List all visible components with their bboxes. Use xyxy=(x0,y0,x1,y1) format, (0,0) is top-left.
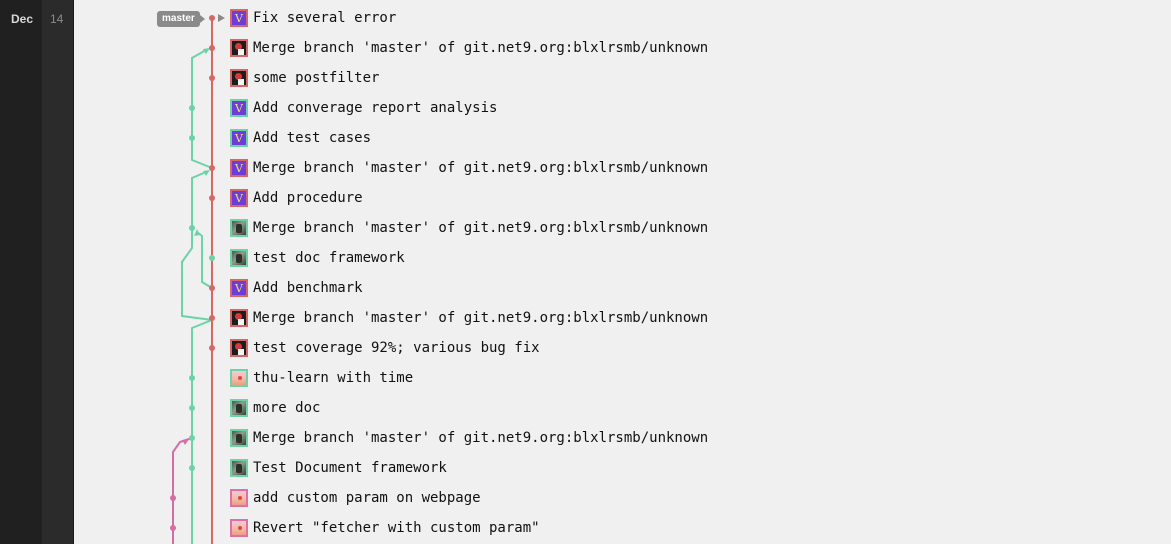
commit-node xyxy=(209,195,215,201)
commit-row[interactable]: test coverage 92%; various bug fix xyxy=(230,333,540,363)
author-avatar-icon xyxy=(230,249,248,267)
commit-message: Merge branch 'master' of git.net9.org:bl… xyxy=(253,40,709,56)
author-avatar-icon: V xyxy=(230,99,248,117)
commit-message: test doc framework xyxy=(253,250,405,266)
commit-message: Add converage report analysis xyxy=(253,100,498,116)
head-pointer-icon xyxy=(218,14,225,22)
commit-message: Merge branch 'master' of git.net9.org:bl… xyxy=(253,220,709,236)
commit-node xyxy=(189,465,195,471)
commit-row[interactable]: Merge branch 'master' of git.net9.org:bl… xyxy=(230,33,708,63)
author-avatar-icon xyxy=(230,39,248,57)
commit-row[interactable]: Revert "fetcher with custom param" xyxy=(230,513,540,543)
author-avatar-icon xyxy=(230,339,248,357)
commit-message: add custom param on webpage xyxy=(253,490,481,506)
author-avatar-icon xyxy=(230,489,248,507)
commit-message: test coverage 92%; various bug fix xyxy=(253,340,540,356)
author-avatar-icon: V xyxy=(230,279,248,297)
commit-row[interactable]: test doc framework xyxy=(230,243,405,273)
branch-line-feature-d xyxy=(196,231,213,289)
author-avatar-icon xyxy=(230,519,248,537)
commit-message: Revert "fetcher with custom param" xyxy=(253,520,540,536)
commit-node xyxy=(209,75,215,81)
commit-node xyxy=(170,525,176,531)
commit-message: Merge branch 'master' of git.net9.org:bl… xyxy=(253,430,709,446)
commit-row[interactable]: V Add procedure xyxy=(230,183,363,213)
commit-node xyxy=(209,315,215,321)
author-avatar-icon xyxy=(230,399,248,417)
commit-node xyxy=(189,405,195,411)
commit-node xyxy=(189,105,195,111)
commit-node xyxy=(209,345,215,351)
commit-node xyxy=(189,435,195,441)
commit-row[interactable]: Test Document framework xyxy=(230,453,447,483)
author-avatar-icon xyxy=(230,69,248,87)
commit-node xyxy=(209,255,215,261)
commit-row[interactable]: Merge branch 'master' of git.net9.org:bl… xyxy=(230,423,708,453)
commit-row[interactable]: V Add converage report analysis xyxy=(230,93,497,123)
branch-ref-tag[interactable]: master xyxy=(157,11,205,27)
commit-message: Add benchmark xyxy=(253,280,363,296)
commit-message: Add procedure xyxy=(253,190,363,206)
commit-node xyxy=(209,285,215,291)
commit-message: Merge branch 'master' of git.net9.org:bl… xyxy=(253,160,709,176)
author-avatar-icon xyxy=(230,219,248,237)
author-avatar-icon: V xyxy=(230,189,248,207)
commit-row[interactable]: some postfilter xyxy=(230,63,379,93)
branch-line-feature-b xyxy=(191,171,207,228)
commit-message: Fix several error xyxy=(253,10,397,26)
commit-node xyxy=(209,15,215,21)
commit-row[interactable]: V Add test cases xyxy=(230,123,371,153)
author-avatar-icon xyxy=(230,309,248,327)
commit-row[interactable]: Merge branch 'master' of git.net9.org:bl… xyxy=(230,213,708,243)
commit-message: some postfilter xyxy=(253,70,380,86)
commit-row[interactable]: V Add benchmark xyxy=(230,273,363,303)
commit-message: thu-learn with time xyxy=(253,370,414,386)
commit-node xyxy=(189,135,195,141)
commit-row[interactable]: V Merge branch 'master' of git.net9.org:b… xyxy=(230,153,708,183)
author-avatar-icon: V xyxy=(230,129,248,147)
commit-node xyxy=(170,495,176,501)
commit-row[interactable]: Merge branch 'master' of git.net9.org:bl… xyxy=(230,303,708,333)
commit-message: Test Document framework xyxy=(253,460,447,476)
commit-row[interactable]: V Fix several error xyxy=(230,3,396,33)
commit-row[interactable]: add custom param on webpage xyxy=(230,483,481,513)
author-avatar-icon xyxy=(230,369,248,387)
branch-line-feature-e xyxy=(191,319,213,544)
merge-edge-a-into-master xyxy=(191,49,207,108)
commit-node xyxy=(209,45,215,51)
commit-graph xyxy=(170,14,225,544)
commit-node xyxy=(189,375,195,381)
author-avatar-icon: V xyxy=(230,9,248,27)
commit-message: Add test cases xyxy=(253,130,372,146)
branch-line-feature-c xyxy=(181,228,213,321)
commit-message: Merge branch 'master' of git.net9.org:bl… xyxy=(253,310,709,326)
commit-row[interactable]: more doc xyxy=(230,393,320,423)
author-avatar-icon xyxy=(230,429,248,447)
author-avatar-icon: V xyxy=(230,159,248,177)
commit-message: more doc xyxy=(253,400,321,416)
commit-row[interactable]: thu-learn with time xyxy=(230,363,413,393)
commit-node xyxy=(209,165,215,171)
commit-node xyxy=(189,225,195,231)
author-avatar-icon xyxy=(230,459,248,477)
